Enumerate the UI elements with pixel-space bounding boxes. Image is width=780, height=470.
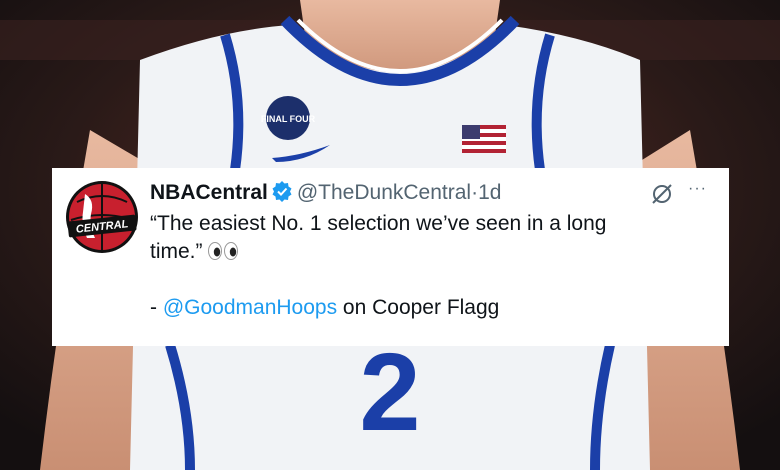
avatar[interactable]: CENTRAL: [65, 180, 139, 254]
handle[interactable]: @TheDunkCentral: [297, 181, 471, 204]
tweet-text: “The easiest No. 1 selection we’ve seen …: [150, 210, 710, 322]
svg-text:FINAL FOUR: FINAL FOUR: [261, 114, 316, 124]
display-name[interactable]: NBACentral: [150, 181, 268, 204]
jersey-number: 2: [359, 331, 420, 454]
quote-line-2: time.”: [150, 240, 203, 263]
attribution-prefix: -: [150, 296, 163, 319]
verified-badge-icon: [272, 181, 292, 202]
timestamp[interactable]: 1d: [478, 181, 501, 204]
attribution-suffix: on Cooper Flagg: [337, 296, 500, 319]
tweet-header: NBACentral @TheDunkCentral·1d: [150, 180, 709, 206]
eyes-emoji-icon: [207, 242, 238, 260]
more-options-icon[interactable]: ···: [688, 180, 707, 198]
quote-line-1: “The easiest No. 1 selection we’ve seen …: [150, 212, 607, 235]
grok-icon[interactable]: [650, 182, 674, 206]
attribution: - @GoodmanHoops on Cooper Flagg: [150, 294, 710, 322]
tweet-card[interactable]: CENTRAL NBACentral @TheDunkCentral·1d ···…: [52, 168, 729, 346]
mention-link[interactable]: @GoodmanHoops: [163, 296, 337, 319]
